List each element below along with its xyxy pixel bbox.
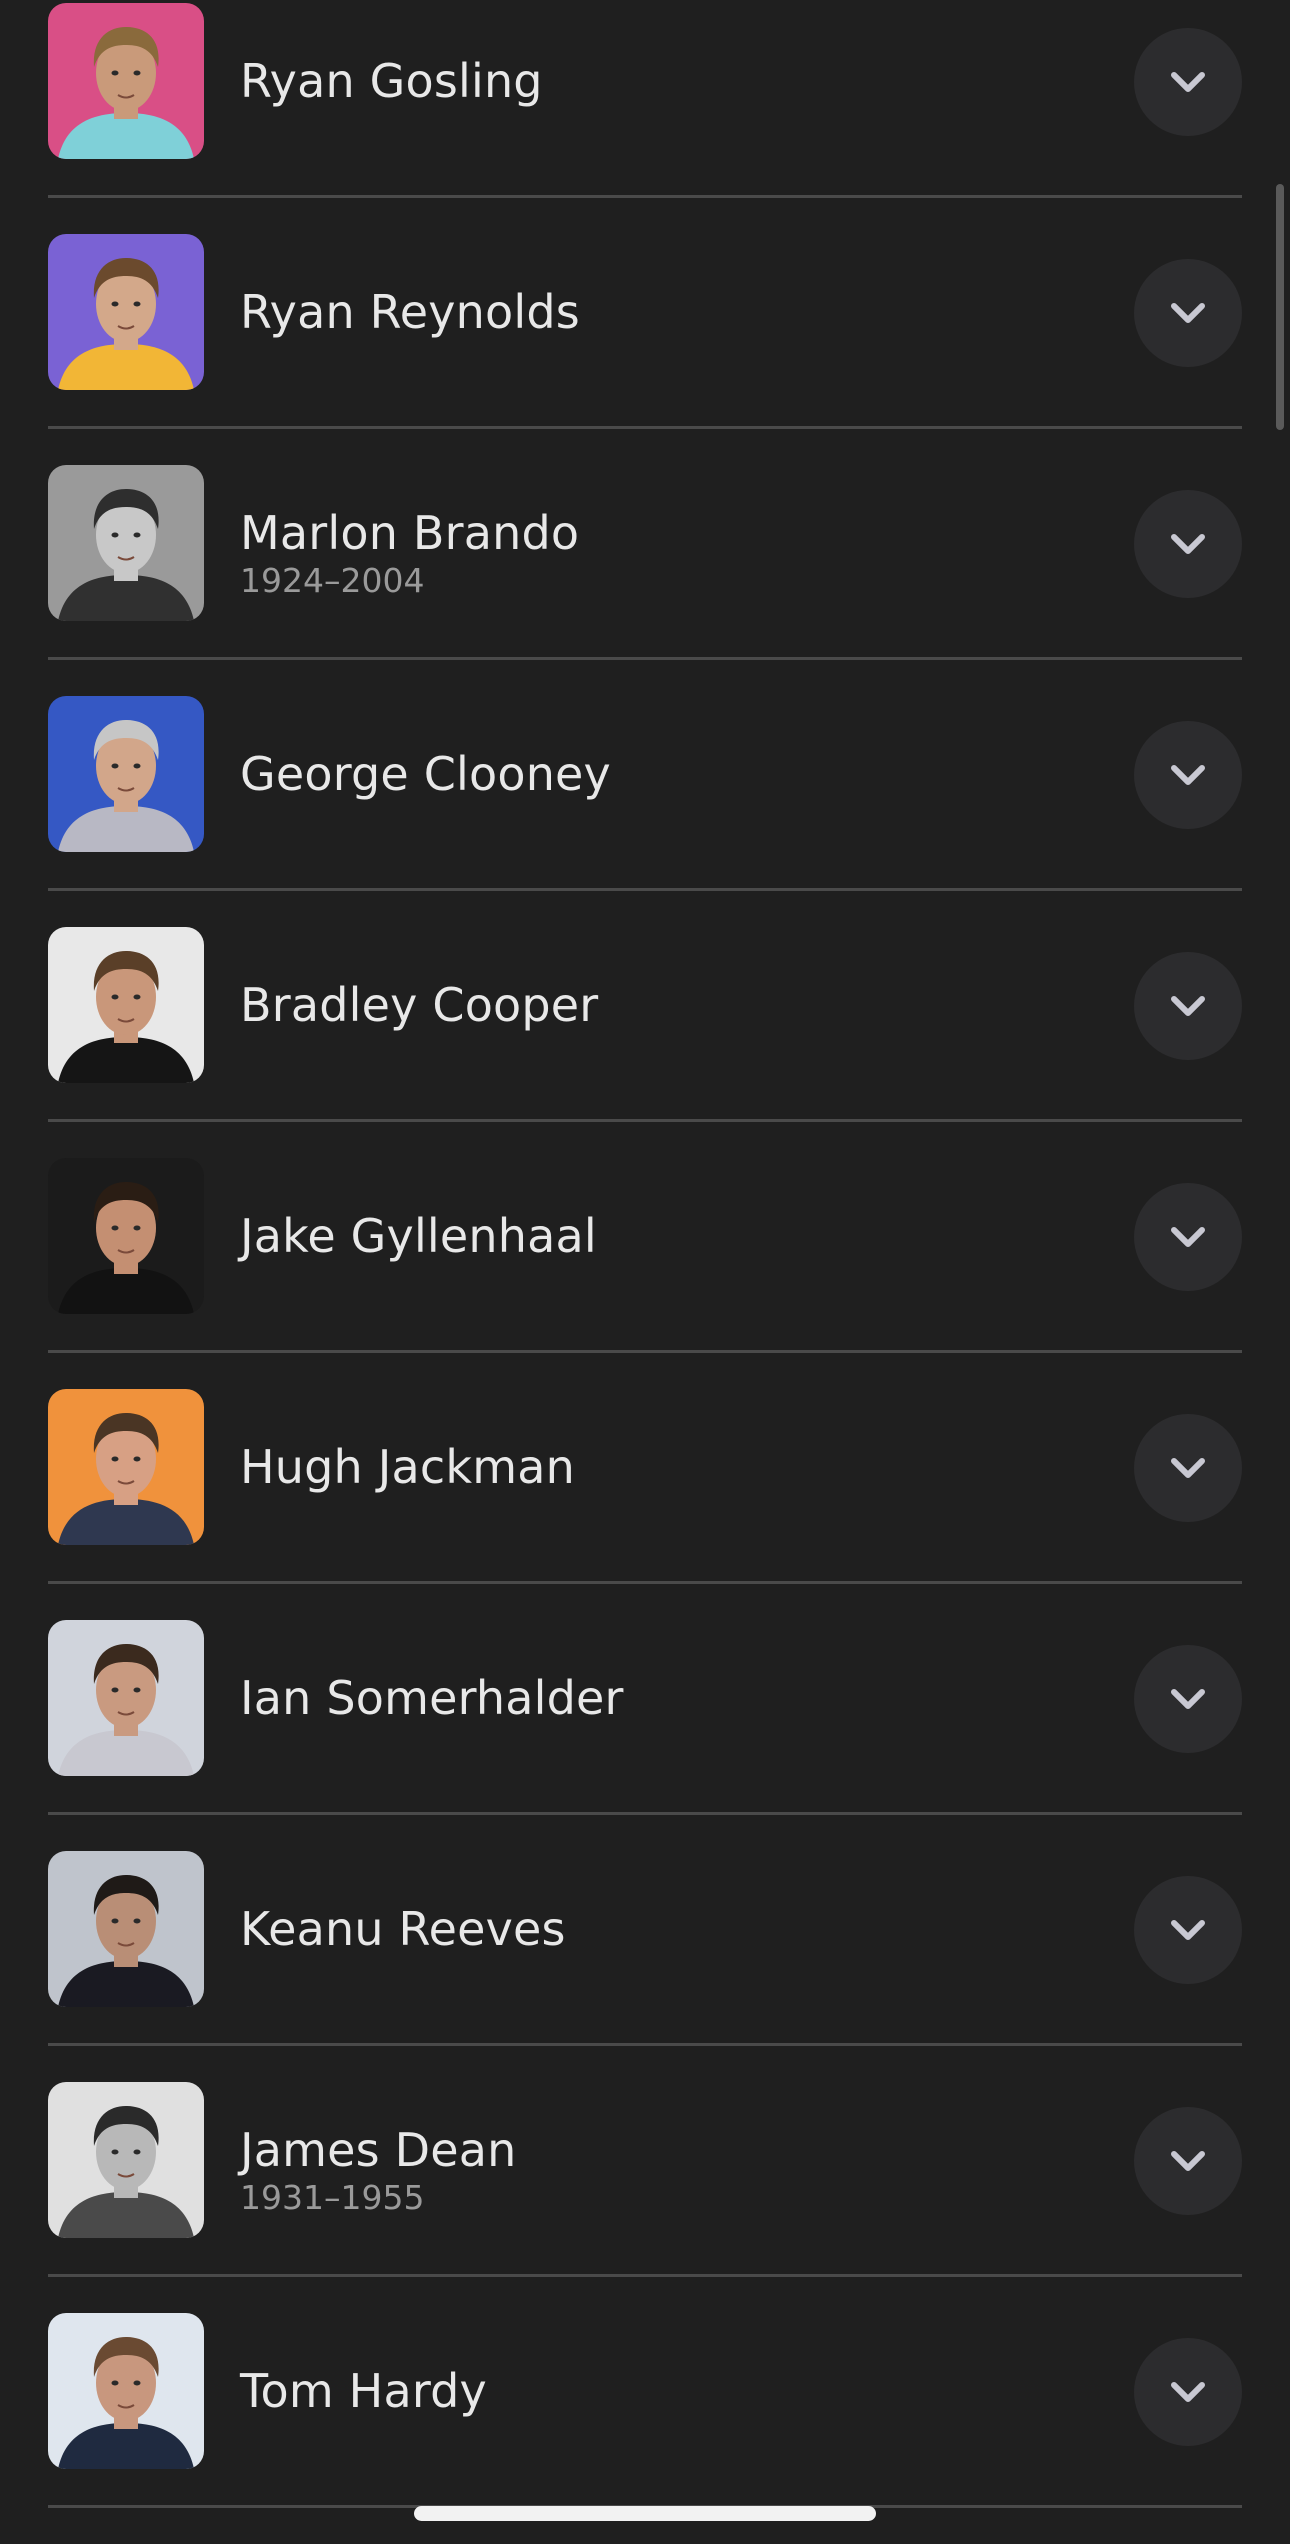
expand-button[interactable] [1134, 2338, 1242, 2446]
chevron-down-icon [1134, 721, 1242, 829]
divider [48, 657, 1242, 660]
scrollbar[interactable] [1276, 184, 1284, 430]
chevron-down-icon [1134, 2107, 1242, 2215]
chevron-down-icon [1134, 28, 1242, 136]
expand-button[interactable] [1134, 2107, 1242, 2215]
avatar [48, 3, 204, 159]
expand-button[interactable] [1134, 259, 1242, 367]
person-name: Hugh Jackman [240, 1440, 575, 1494]
person-years: 1931–1955 [240, 2178, 425, 2217]
expand-button[interactable] [1134, 952, 1242, 1060]
divider [48, 1350, 1242, 1353]
divider [48, 2274, 1242, 2277]
divider [48, 1581, 1242, 1584]
person-name: Ryan Gosling [240, 54, 543, 108]
chevron-down-icon [1134, 490, 1242, 598]
avatar [48, 234, 204, 390]
divider [48, 195, 1242, 198]
person-name: James Dean [240, 2123, 517, 2177]
chevron-down-icon [1134, 1645, 1242, 1753]
avatar [48, 465, 204, 621]
avatar [48, 1620, 204, 1776]
divider [48, 426, 1242, 429]
avatar [48, 2082, 204, 2238]
avatar [48, 1158, 204, 1314]
avatar [48, 1389, 204, 1545]
divider [48, 1119, 1242, 1122]
person-name: Tom Hardy [240, 2364, 487, 2418]
person-name: Jake Gyllenhaal [240, 1209, 597, 1263]
avatar [48, 696, 204, 852]
chevron-down-icon [1134, 1876, 1242, 1984]
expand-button[interactable] [1134, 1414, 1242, 1522]
home-indicator[interactable] [414, 2506, 876, 2521]
avatar [48, 2313, 204, 2469]
divider [48, 2043, 1242, 2046]
person-name: Ryan Reynolds [240, 285, 580, 339]
chevron-down-icon [1134, 1414, 1242, 1522]
expand-button[interactable] [1134, 721, 1242, 829]
expand-button[interactable] [1134, 1645, 1242, 1753]
chevron-down-icon [1134, 952, 1242, 1060]
chevron-down-icon [1134, 1183, 1242, 1291]
chevron-down-icon [1134, 2338, 1242, 2446]
chevron-down-icon [1134, 259, 1242, 367]
expand-button[interactable] [1134, 1876, 1242, 1984]
avatar [48, 927, 204, 1083]
expand-button[interactable] [1134, 490, 1242, 598]
divider [48, 1812, 1242, 1815]
divider [48, 888, 1242, 891]
expand-button[interactable] [1134, 28, 1242, 136]
avatar [48, 1851, 204, 2007]
person-name: Ian Somerhalder [240, 1671, 624, 1725]
person-name: Marlon Brando [240, 506, 580, 560]
person-name: Keanu Reeves [240, 1902, 566, 1956]
person-name: George Clooney [240, 747, 611, 801]
person-years: 1924–2004 [240, 561, 425, 600]
person-name: Bradley Cooper [240, 978, 599, 1032]
expand-button[interactable] [1134, 1183, 1242, 1291]
